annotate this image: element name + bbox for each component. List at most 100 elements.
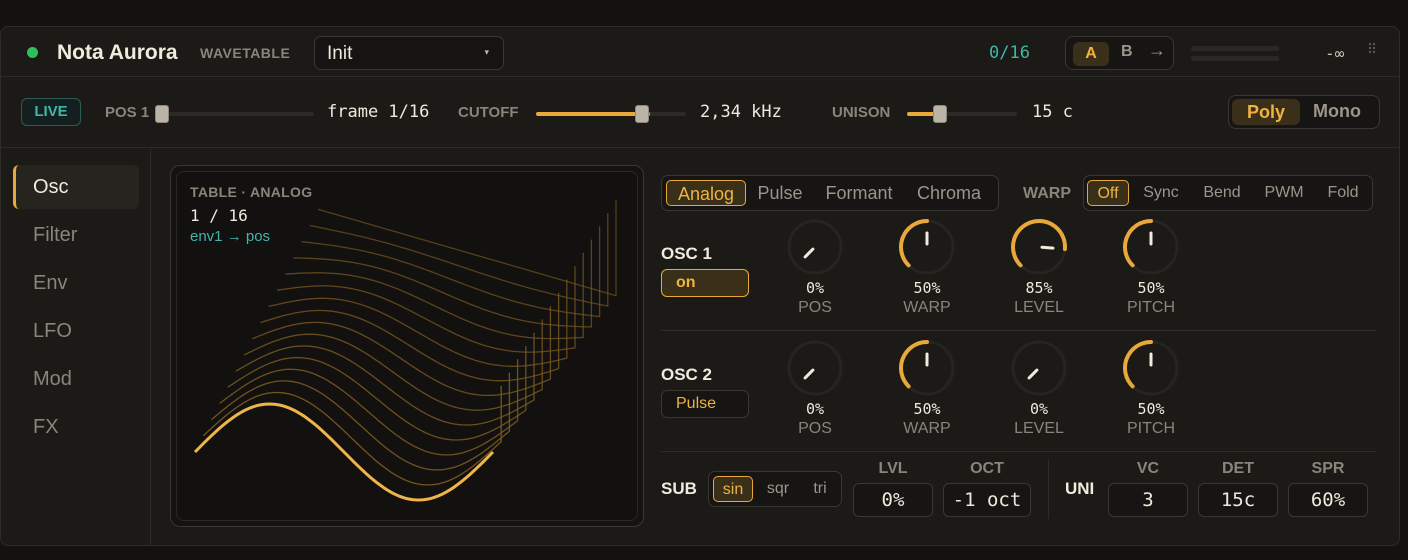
sub-octave-label: OCT [970, 460, 1004, 477]
warp-label: WARP [1023, 185, 1071, 202]
wave-frame [285, 252, 584, 340]
osc2-warp-label: WARP [903, 420, 951, 437]
unison-detune-label: DET [1222, 460, 1254, 477]
osc1-warp-knob[interactable] [897, 217, 957, 277]
status-dot [27, 47, 38, 58]
osc2-pitch-label: PITCH [1127, 420, 1175, 437]
cutoff-slider[interactable] [536, 112, 686, 116]
cutoff-fill [536, 112, 650, 116]
sidebar-item-env[interactable]: Env [13, 261, 139, 305]
wave-frame [202, 385, 502, 486]
sidebar-item-filter[interactable]: Filter [13, 213, 139, 257]
output-meter-right [1191, 56, 1279, 61]
osc1-level-knob[interactable] [1009, 217, 1069, 277]
ab-compare: A B → [1065, 36, 1174, 70]
osc2-pitch-knob[interactable] [1121, 338, 1181, 398]
row-divider [661, 330, 1377, 331]
wavetable-frame: 1 / 16 [190, 206, 248, 225]
osc2-label: OSC 2 [661, 365, 713, 384]
warp-mode-tabs: Off Sync Bend PWM Fold [1083, 175, 1373, 211]
preset-selector[interactable]: Init ▾ [314, 36, 504, 70]
unison-voices-field[interactable]: 3 [1108, 483, 1188, 517]
warp-bend[interactable]: Bend [1194, 180, 1250, 206]
wave-frame [301, 226, 601, 318]
sub-shape-tabs: sin sqr tri [708, 471, 842, 507]
osc1-pos-knob[interactable] [785, 217, 845, 277]
ab-b-button[interactable]: B [1121, 43, 1133, 61]
unison-detune-field[interactable]: 15c [1198, 483, 1278, 517]
osc2-table-selector[interactable]: Pulse [661, 390, 749, 418]
active-wave-frame [193, 402, 495, 502]
tab-chroma[interactable]: Chroma [908, 180, 990, 206]
ab-copy-icon[interactable]: → [1148, 40, 1166, 61]
sub-shape-sin[interactable]: sin [713, 476, 753, 502]
warp-sync[interactable]: Sync [1136, 180, 1186, 206]
poly-button[interactable]: Poly [1232, 99, 1300, 125]
unison-slider-thumb[interactable] [933, 105, 947, 123]
unison-spread-field[interactable]: 60% [1288, 483, 1368, 517]
osc1-warp-value: 50% [913, 279, 941, 297]
synth-panel: Nota Aurora WAVETABLE Init ▾ 0/16 A B → … [0, 26, 1400, 546]
pos-value: frame 1/16 [327, 102, 430, 122]
wave-frame [210, 372, 511, 471]
osc1-pitch-knob[interactable] [1121, 217, 1181, 277]
sidebar-item-fx[interactable]: FX [13, 405, 139, 449]
osc2-pos-knob[interactable] [785, 338, 845, 398]
tab-analog[interactable]: Analog [666, 180, 746, 206]
knob-indicator [1040, 245, 1055, 250]
warp-pwm[interactable]: PWM [1256, 180, 1312, 206]
sub-octave-field[interactable]: -1 oct [943, 483, 1031, 517]
preset-name: Init [327, 43, 353, 64]
plugin-name: Nota Aurora [57, 41, 178, 64]
preset-count: 0/16 [989, 43, 1030, 63]
warp-fold[interactable]: Fold [1318, 180, 1368, 206]
header-bar: Nota Aurora WAVETABLE Init ▾ 0/16 A B → … [1, 27, 1399, 77]
unison-slider[interactable] [907, 112, 1017, 116]
osc1-label: OSC 1 [661, 244, 713, 263]
wave-frame [260, 292, 560, 382]
drag-grip-icon[interactable]: ⠿ [1367, 41, 1377, 58]
sidebar-item-mod[interactable]: Mod [13, 357, 139, 401]
unison-voices-label: VC [1136, 460, 1160, 477]
ab-a-button[interactable]: A [1073, 42, 1109, 66]
tab-pulse[interactable]: Pulse [750, 180, 810, 206]
cutoff-slider-thumb[interactable] [635, 105, 649, 123]
unison-section-label: UNI [1065, 479, 1095, 498]
osc2-warp-value: 50% [913, 400, 941, 418]
pos-slider-thumb[interactable] [155, 105, 169, 123]
output-level-readout: -∞ [1325, 44, 1345, 63]
table-type-tabs: Analog Pulse Formant Chroma [661, 175, 999, 211]
output-meter-left [1191, 46, 1279, 51]
engine-type-label: WAVETABLE [200, 45, 291, 61]
pos-slider[interactable] [156, 112, 314, 116]
tab-formant[interactable]: Formant [818, 180, 900, 206]
sidebar-item-osc[interactable]: Osc [13, 165, 139, 209]
osc2-pitch-value: 50% [1137, 400, 1165, 418]
mono-button[interactable]: Mono [1313, 101, 1361, 122]
macro-bar: LIVE POS 1 frame 1/16 CUTOFF 2,34 kHz UN… [1, 78, 1399, 148]
live-badge[interactable]: LIVE [21, 98, 81, 126]
osc2-warp-knob[interactable] [897, 338, 957, 398]
osc1-pos-label: POS [798, 299, 832, 316]
osc1-pitch-value: 50% [1137, 279, 1165, 297]
wavetable-title: TABLE · ANALOG [190, 184, 313, 200]
osc1-pitch-label: PITCH [1127, 299, 1175, 316]
unison-spread-label: SPR [1311, 460, 1345, 477]
sub-label: SUB [661, 479, 697, 498]
sub-shape-tri[interactable]: tri [801, 476, 839, 502]
sub-shape-sqr[interactable]: sqr [759, 476, 797, 502]
wavetable-modulation: env1 → pos [190, 228, 271, 245]
group-divider [1048, 459, 1049, 519]
osc1-level-value: 85% [1025, 279, 1053, 297]
warp-off[interactable]: Off [1087, 180, 1129, 206]
sidebar-item-lfo[interactable]: LFO [13, 309, 139, 353]
cutoff-label: CUTOFF [458, 104, 519, 121]
wavetable-display[interactable]: TABLE · ANALOG 1 / 16 env1 → pos [170, 165, 644, 527]
chevron-down-icon: ▾ [484, 47, 489, 57]
osc2-level-label: LEVEL [1014, 420, 1064, 437]
osc1-level-label: LEVEL [1014, 299, 1064, 316]
osc1-enable-toggle[interactable]: on [661, 269, 749, 297]
sub-level-field[interactable]: 0% [853, 483, 933, 517]
osc2-level-knob[interactable] [1009, 338, 1069, 398]
cutoff-value: 2,34 kHz [700, 102, 782, 122]
